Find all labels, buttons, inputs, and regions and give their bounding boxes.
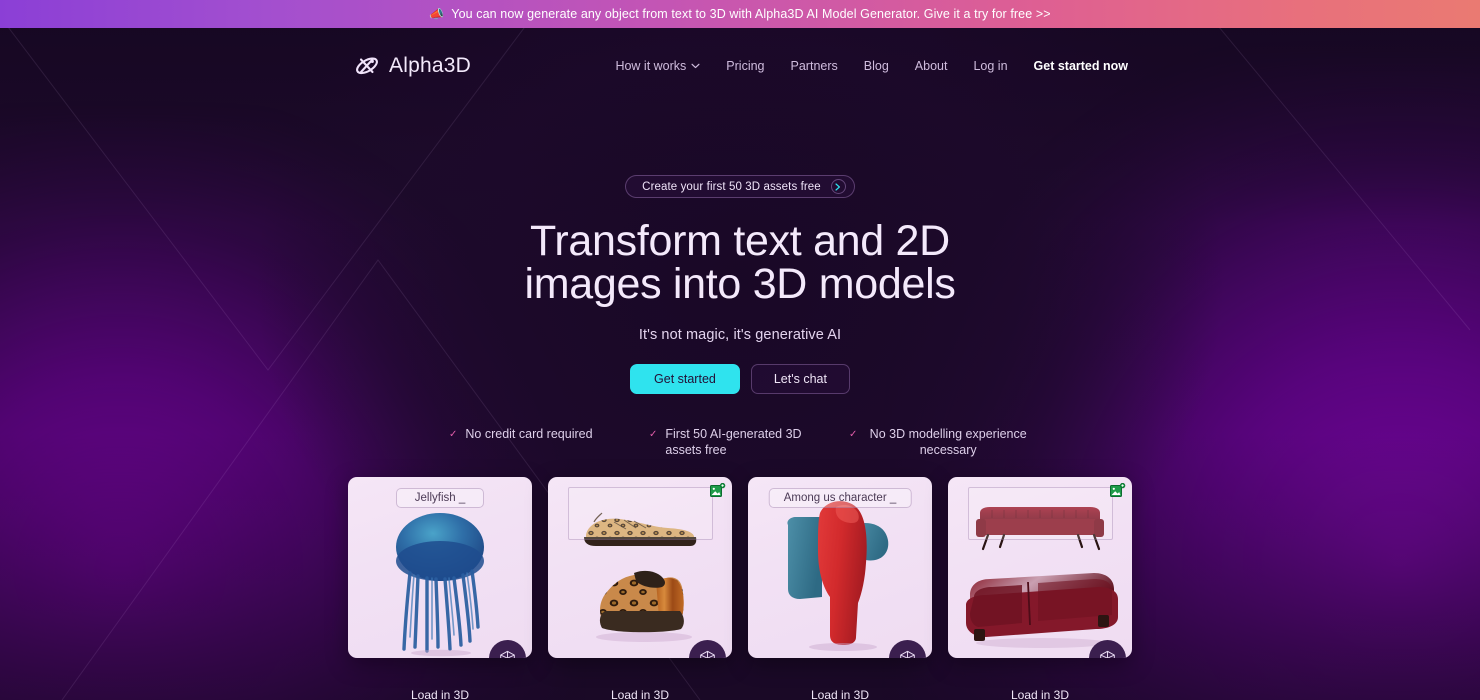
free-assets-pill-label: Create your first 50 3D assets free bbox=[642, 180, 821, 193]
nav-item-get-started-now[interactable]: Get started now bbox=[1021, 53, 1128, 79]
nav-label: Get started now bbox=[1033, 59, 1128, 73]
nav-label: Partners bbox=[790, 59, 838, 73]
showcase-card-surface[interactable]: Jellyfish _ bbox=[348, 477, 532, 658]
nav-label: Log in bbox=[973, 59, 1008, 73]
card-action-label: Load in 3D bbox=[410, 688, 470, 700]
showcase-card-list: Jellyfish _ Load in 3D Load in 3D Among … bbox=[0, 477, 1480, 700]
feature-item: ✓ No credit card required bbox=[435, 426, 635, 458]
cube-3d-icon bbox=[700, 650, 715, 658]
reference-image-thumbnail[interactable] bbox=[968, 487, 1113, 540]
megaphone-icon: 📣 bbox=[429, 7, 445, 21]
cube-3d-icon bbox=[900, 650, 915, 658]
prompt-input-value: Jellyfish _ bbox=[414, 492, 466, 504]
nav-label: About bbox=[914, 59, 948, 73]
announcement-banner-inner: 📣 You can now generate any object from t… bbox=[429, 7, 1050, 21]
card-action-label: Load in 3D bbox=[610, 688, 670, 700]
card-action-label: Load in 3D bbox=[1010, 688, 1070, 700]
headline-line-1: Transform text and 2D bbox=[530, 217, 950, 265]
page-title: Transform text and 2D images into 3D mod… bbox=[0, 220, 1480, 306]
showcase-card-surface[interactable]: Among us character _ bbox=[748, 477, 932, 658]
reference-image-thumbnail[interactable] bbox=[568, 487, 713, 540]
nav-item-partners[interactable]: Partners bbox=[778, 53, 851, 79]
showcase-card: Load in 3D bbox=[548, 477, 732, 700]
lets-chat-button[interactable]: Let's chat bbox=[750, 364, 850, 394]
image-upload-icon bbox=[710, 483, 726, 497]
page-root: 📣 You can now generate any object from t… bbox=[0, 0, 1480, 700]
nav-item-about[interactable]: About bbox=[902, 53, 961, 79]
showcase-card-surface[interactable] bbox=[948, 477, 1132, 658]
image-upload-icon bbox=[1110, 483, 1126, 497]
card-action-label: Load in 3D bbox=[810, 688, 870, 700]
prompt-input[interactable]: Among us character _ bbox=[768, 488, 912, 508]
free-assets-pill[interactable]: Create your first 50 3D assets free bbox=[625, 175, 855, 198]
feature-label: No 3D modelling experience necessary bbox=[869, 427, 1027, 457]
cube-3d-icon bbox=[500, 650, 515, 658]
chevron-down-icon bbox=[691, 63, 700, 69]
nav-item-log-in[interactable]: Log in bbox=[960, 53, 1020, 79]
announcement-banner-text: You can now generate any object from tex… bbox=[451, 7, 1051, 21]
showcase-card-surface[interactable] bbox=[548, 477, 732, 658]
chevron-right-icon bbox=[830, 179, 846, 194]
check-icon: ✓ bbox=[449, 429, 458, 440]
brand-name: Alpha3D bbox=[389, 54, 471, 77]
get-started-button[interactable]: Get started bbox=[630, 364, 740, 394]
check-icon: ✓ bbox=[649, 429, 658, 440]
check-icon: ✓ bbox=[849, 429, 858, 440]
nav-item-blog[interactable]: Blog bbox=[851, 53, 902, 79]
nav-label: Pricing bbox=[726, 59, 765, 73]
feature-item: ✓ First 50 AI-generated 3D assets free bbox=[635, 426, 835, 458]
prompt-input[interactable]: Jellyfish _ bbox=[396, 488, 484, 508]
prompt-input-value: Among us character _ bbox=[783, 492, 897, 504]
hero-section: Create your first 50 3D assets free Tran… bbox=[0, 104, 1480, 458]
atom-orbit-icon bbox=[356, 57, 378, 75]
nav-item-pricing[interactable]: Pricing bbox=[713, 53, 777, 79]
site-header: Alpha3D How it works Pricing Partners Bl… bbox=[0, 28, 1480, 104]
hero-feature-list: ✓ No credit card required ✓ First 50 AI-… bbox=[0, 426, 1480, 458]
hero-subheading: It's not magic, it's generative AI bbox=[638, 327, 842, 343]
announcement-banner[interactable]: 📣 You can now generate any object from t… bbox=[0, 0, 1480, 28]
hero-cta-row: Get started Let's chat bbox=[0, 364, 1480, 394]
headline-line-2: images into 3D models bbox=[524, 260, 956, 308]
cube-3d-icon bbox=[1100, 650, 1115, 658]
feature-item: ✓ No 3D modelling experience necessary bbox=[835, 426, 1045, 458]
nav-item-how-it-works[interactable]: How it works bbox=[602, 53, 713, 79]
nav-label: Blog bbox=[863, 59, 889, 73]
feature-label: First 50 AI-generated 3D assets free bbox=[665, 427, 802, 457]
nav-label: How it works bbox=[615, 59, 687, 73]
brand-logo[interactable]: Alpha3D bbox=[354, 53, 471, 79]
showcase-card: Jellyfish _ Load in 3D bbox=[348, 477, 532, 700]
feature-label: No credit card required bbox=[465, 427, 593, 441]
showcase-card: Among us character _ Load in 3D bbox=[748, 477, 932, 700]
main-nav: How it works Pricing Partners Blog About… bbox=[602, 53, 1128, 79]
showcase-card: Load in 3D bbox=[948, 477, 1132, 700]
